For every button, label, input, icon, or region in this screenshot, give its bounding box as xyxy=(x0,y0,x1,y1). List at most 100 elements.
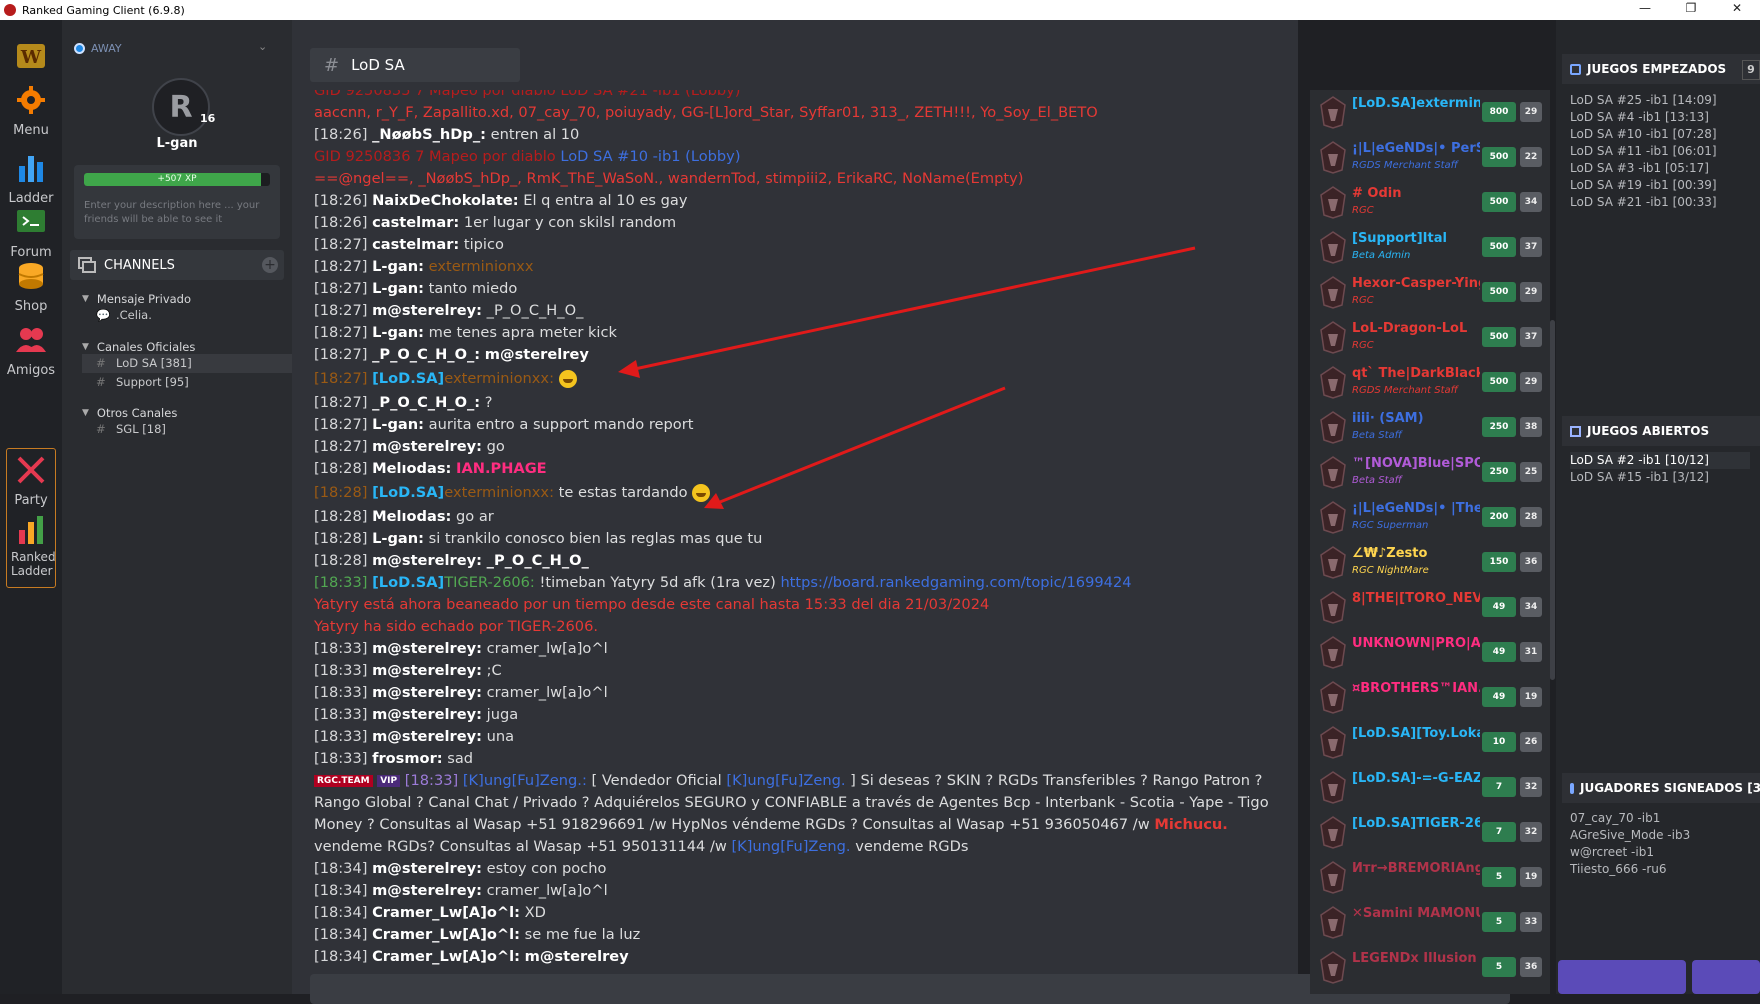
started-game-item[interactable]: LoD SA #25 -ib1 [14:09] xyxy=(1570,92,1717,109)
shop-button[interactable]: Shop xyxy=(0,260,62,314)
user-row[interactable]: ¡|L|eGeNDs|• PerSi RGDS Merchant Staff 500… xyxy=(1316,135,1548,179)
chat-line: [18:28] [LoD.SA]exterminionxx: te estas … xyxy=(314,480,1324,506)
channel-item-celia[interactable]: 💬 .Celia. xyxy=(82,306,191,325)
user-row[interactable]: Hexor-Casper-Ying RGC 500 29 xyxy=(1316,270,1548,314)
user-name: ✕Samini MAMONUI xyxy=(1352,906,1480,921)
game-logo[interactable]: W xyxy=(0,40,62,79)
action-button[interactable] xyxy=(1692,960,1760,994)
channel-group-header[interactable]: ▼ Otros Canales xyxy=(82,406,177,420)
user-row[interactable]: LoL-Dragon-LoL RGC 500 37 xyxy=(1316,315,1548,359)
user-row[interactable]: [LoD.SA][Toy.Lokazo1026 xyxy=(1316,720,1548,764)
user-row[interactable]: ¤BROTHERS™IAN.PH4919 xyxy=(1316,675,1548,719)
channels-header: CHANNELS + xyxy=(70,250,284,280)
signed-player-item[interactable]: 07_cay_70 -ib1 xyxy=(1570,810,1690,827)
user-title: Beta Admin xyxy=(1352,250,1411,261)
user-row[interactable]: Итr→BREMORIAngo 5 19 xyxy=(1316,855,1548,899)
user-row[interactable]: [Support]Ital Beta Admin 500 37 xyxy=(1316,225,1548,269)
tab-channel[interactable]: # LoD SA xyxy=(310,48,520,82)
profile-description[interactable]: Enter your description here ... your fri… xyxy=(84,199,270,227)
user-row[interactable]: # Odin RGC 500 34 xyxy=(1316,180,1548,224)
channel-group-header[interactable]: ▼ Mensaje Privado xyxy=(82,292,191,306)
user-row[interactable]: ¡|L|eGeNDs|• |Thel RGC Superman 200 28 xyxy=(1316,495,1548,539)
started-game-item[interactable]: LoD SA #11 -ib1 [06:01] xyxy=(1570,143,1717,160)
chat-line: ==@ngel==, _NøøbS_hDp_, RmK_ThE_WaSoN., … xyxy=(314,170,1024,187)
amigos-button[interactable]: Amigos xyxy=(0,324,62,378)
user-score-badge: 10 xyxy=(1482,732,1516,752)
user-score-badge: 49 xyxy=(1482,597,1516,617)
started-game-item[interactable]: LoD SA #3 -ib1 [05:17] xyxy=(1570,160,1717,177)
forum-button[interactable]: Forum xyxy=(0,206,62,260)
user-row[interactable]: 8|THE|[TORO_NEVE 49 34 xyxy=(1316,585,1548,629)
ladder-button[interactable]: Ladder xyxy=(0,152,62,206)
avatar-letter: R xyxy=(169,89,193,125)
chevron-down-icon[interactable]: ⌄ xyxy=(258,40,267,53)
signed-players-list: 07_cay_70 -ib1 AGreSive_Mode -ib3 w@rcreet… xyxy=(1570,810,1690,878)
chat-line: [18:27] [LoD.SA]exterminionxx: xyxy=(314,366,1324,392)
topic-link[interactable]: https://board.rankedgaming.com/topic/169… xyxy=(780,574,1131,591)
user-row[interactable]: [LoD.SA]exterminionxx80029 xyxy=(1316,90,1548,134)
chat-line: [18:34] m@sterelrey: cramer_lw[a]o^l xyxy=(314,882,608,899)
started-game-item[interactable]: LoD SA #21 -ib1 [00:33] xyxy=(1570,194,1717,211)
svg-text:W: W xyxy=(20,47,42,68)
user-row[interactable]: ™[NOVA]Blue|SPOR Beta Staff 25025 xyxy=(1316,450,1548,494)
status-selector[interactable]: AWAY xyxy=(74,42,122,55)
started-game-item[interactable]: LoD SA #19 -ib1 [00:39] xyxy=(1570,177,1717,194)
maximize-button[interactable]: ❐ xyxy=(1668,0,1714,20)
lobby-announcement: GID 9250835 7 Mapeo por diablo LoD SA #2… xyxy=(314,90,741,99)
chat-line: [18:33] frosmor: sad xyxy=(314,750,474,767)
laughing-emoji-icon xyxy=(558,370,577,388)
channel-item-support[interactable]: # Support [95] xyxy=(82,373,294,392)
minimize-button[interactable]: — xyxy=(1622,0,1668,20)
started-game-item[interactable]: LoD SA #10 -ib1 [07:28] xyxy=(1570,126,1717,143)
chat-messages[interactable]: GID 9250835 7 Mapeo por diablo LoD SA #2… xyxy=(314,90,1324,988)
channel-item-lod-sa[interactable]: # LoD SA [381] xyxy=(82,354,294,373)
user-row[interactable]: iiii· (SAM) Beta Staff 250 38 xyxy=(1316,405,1548,449)
user-name: ¡|L|eGeNDs|• |Thel xyxy=(1352,501,1480,516)
user-row[interactable]: [LoD.SA]-=-G-EAZY-=732 xyxy=(1316,765,1548,809)
open-games-header: JUEGOS ABIERTOS xyxy=(1562,416,1760,446)
group-label: Canales Oficiales xyxy=(96,340,196,354)
user-row[interactable]: UNKNOWN|PRO|ALBI4931 xyxy=(1316,630,1548,674)
user-score-badge: 49 xyxy=(1482,687,1516,707)
action-button[interactable] xyxy=(1558,960,1686,994)
enter-icon xyxy=(1570,425,1581,437)
user-name: UNKNOWN|PRO|ALBI xyxy=(1352,636,1480,651)
ranking-bars-icon xyxy=(19,516,43,544)
menu-button[interactable]: Menu xyxy=(0,84,62,138)
ranked-ladder-button[interactable]: Ranked Ladder xyxy=(0,516,62,578)
open-games-title: JUEGOS ABIERTOS xyxy=(1587,424,1710,438)
user-list[interactable]: [LoD.SA]exterminionxx80029¡|L|eGeNDs|• P… xyxy=(1310,90,1550,994)
party-button[interactable]: Party xyxy=(0,454,62,508)
channel-item-sgl[interactable]: # SGL [18] xyxy=(82,420,177,439)
user-score-badge: 500 xyxy=(1482,147,1516,167)
hero-avatar-icon xyxy=(1320,906,1346,939)
hero-avatar-icon xyxy=(1320,771,1346,804)
user-row[interactable]: [LoD.SA]TIGER-2606732 xyxy=(1316,810,1548,854)
channel-group-other: ▼ Otros Canales # SGL [18] xyxy=(82,406,177,439)
channel-title: LoD SA xyxy=(351,56,405,74)
user-list-scrollbar[interactable] xyxy=(1550,320,1555,680)
started-game-item[interactable]: LoD SA #4 -ib1 [13:13] xyxy=(1570,109,1717,126)
signed-player-item[interactable]: w@rcreet -ib1 xyxy=(1570,844,1690,861)
signed-player-item[interactable]: Tiiesto_666 -ru6 xyxy=(1570,861,1690,878)
close-button[interactable]: ✕ xyxy=(1714,0,1760,20)
open-game-item[interactable]: LoD SA #2 -ib1 [10/12] xyxy=(1570,452,1750,469)
chat-line: Yatyry está ahora beaneado por un tiempo… xyxy=(314,596,990,613)
user-level-badge: 36 xyxy=(1520,957,1542,977)
add-channel-button[interactable]: + xyxy=(262,257,278,273)
user-title: Beta Staff xyxy=(1352,430,1402,441)
user-score-badge: 7 xyxy=(1482,822,1516,842)
user-score-badge: 200 xyxy=(1482,507,1516,527)
user-row[interactable]: ∠₩♪Zesto RGC NightMare 150 36 xyxy=(1316,540,1548,584)
avatar[interactable]: R xyxy=(152,78,210,136)
channel-group-header[interactable]: ▼ Canales Oficiales xyxy=(82,340,294,354)
profile-sidebar: AWAY ⌄ R 16 L-gan +507 XP Enter your des… xyxy=(62,20,294,994)
user-row[interactable]: LEGENDx Illusion 5 36 xyxy=(1316,945,1548,989)
user-name: [LoD.SA]-=-G-EAZY-= xyxy=(1352,771,1480,786)
user-row[interactable]: ✕Samini MAMONUI 5 33 xyxy=(1316,900,1548,944)
open-game-item[interactable]: LoD SA #15 -ib1 [3/12] xyxy=(1570,469,1750,486)
user-row[interactable]: qt` The|DarkBlack| RGDS Merchant Staff 500… xyxy=(1316,360,1548,404)
hero-avatar-icon xyxy=(1320,951,1346,984)
signed-player-item[interactable]: AGreSive_Mode -ib3 xyxy=(1570,827,1690,844)
chat-line: GID 9250835 7 Mapeo por diablo LoD SA #2… xyxy=(314,90,1324,102)
